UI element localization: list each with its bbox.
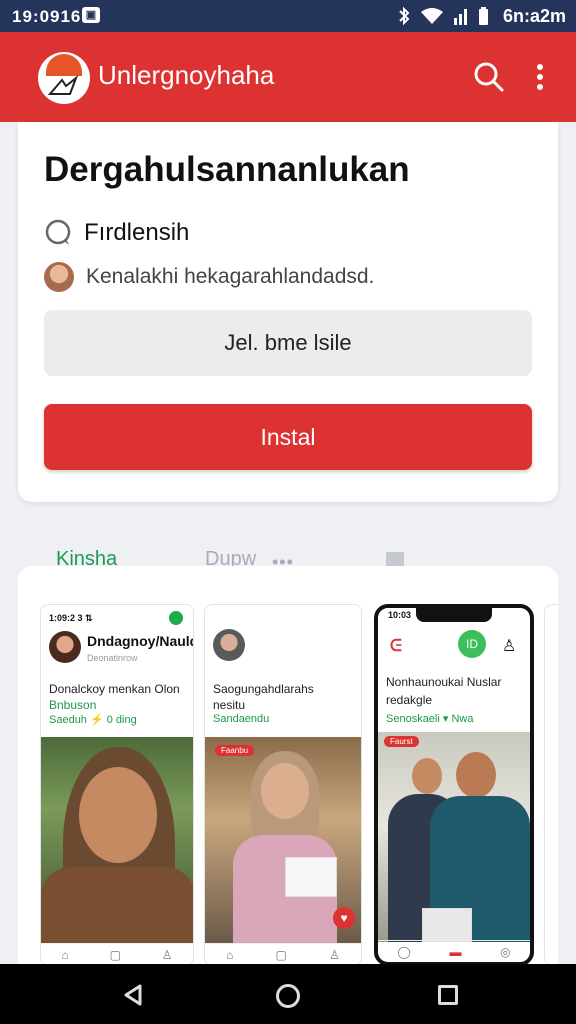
screenshot-3[interactable]: 10:03 ᕮ ID ♙ Nonhaunoukai Nuslar redakgl…: [374, 604, 534, 964]
post-text-2: redakgle: [386, 693, 433, 707]
app-logo-mini: ᕮ: [390, 638, 402, 655]
post-author: Dndagnoy/Nauld: [87, 633, 194, 649]
mini-nav: ⌂ ▢ ♙: [205, 943, 361, 964]
home-icon[interactable]: [276, 984, 300, 1008]
profile-icon[interactable]: ♙: [502, 636, 516, 656]
status-time: 19:0916: [12, 7, 82, 26]
notification-icon: ▣: [82, 7, 100, 23]
post-photo: Faanbu ♥: [205, 737, 361, 943]
developer-text: Kenalakhi hekagarahlandadsd.: [86, 265, 375, 288]
app-logo: [38, 52, 90, 104]
mini-nav: ◯ ▬ ◎: [378, 940, 530, 962]
status-icons: 6n:a2m: [397, 4, 566, 28]
screenshot-2[interactable]: Saogungahdlarahs nesitu Sandaendu Faanbu…: [204, 604, 362, 964]
mini-status-dot: [169, 611, 183, 625]
post-badge: Faurst: [384, 736, 419, 747]
post-meta: Saeduh ⚡ 0 ding: [49, 714, 137, 726]
app-title: Unlergnoyhaha: [98, 60, 275, 90]
post-photo: Faurst: [378, 732, 530, 942]
post-badge: Faanbu: [215, 745, 255, 756]
post-text: Nonhaunoukai Nuslar: [386, 675, 502, 689]
mini-status-time: 1:09:2 3 ⇅: [49, 613, 93, 623]
battery-icon: [478, 7, 488, 25]
install-button[interactable]: Instal: [44, 404, 532, 470]
app-info-card: Dergahulsannanlukan Fırdlensih Kenalakhi…: [18, 122, 558, 502]
green-action-button[interactable]: ID: [458, 630, 486, 658]
developer-avatar: [44, 262, 74, 292]
developer-row: Kenalakhi hekagarahlandadsd.: [44, 262, 374, 292]
info-field[interactable]: Jel. bme lsile: [44, 310, 532, 376]
post-author-sub: Deonatinrow: [87, 653, 138, 663]
screenshot-1[interactable]: 1:09:2 3 ⇅ Dndagnoy/Nauld Deonatinrow Do…: [40, 604, 194, 964]
signal-icon: [453, 9, 467, 25]
post-meta: Sandaendu: [213, 713, 270, 725]
system-nav-bar: [0, 964, 576, 1024]
rating-text: Fırdlensih: [84, 219, 190, 246]
post-avatar: [49, 631, 81, 663]
post-text: Saogungahdlarahs: [213, 682, 314, 696]
post-photo: [41, 737, 193, 943]
more-menu-icon[interactable]: [528, 62, 552, 92]
bluetooth-icon: [399, 6, 410, 26]
screenshot-4[interactable]: [544, 604, 558, 964]
heart-icon[interactable]: ♥: [333, 907, 355, 929]
status-clock: 6n:a2m: [502, 5, 566, 26]
rating-row: Fırdlensih: [44, 218, 189, 248]
post-avatar: [213, 629, 245, 661]
screenshots-carousel[interactable]: 1:09:2 3 ⇅ Dndagnoy/Nauld Deonatinrow Do…: [18, 566, 558, 964]
recent-apps-icon[interactable]: [438, 985, 458, 1005]
back-icon[interactable]: [122, 984, 144, 1006]
post-meta: Senoskaeli ▾ Nwa: [386, 713, 474, 725]
mini-nav: ⌂ ▢ ♙: [41, 943, 193, 964]
wifi-icon: [420, 8, 443, 24]
app-bar: Unlergnoyhaha: [0, 32, 576, 122]
app-heading: Dergahulsannanlukan: [44, 150, 410, 189]
post-text-2: nesitu: [213, 698, 246, 712]
chat-bubble-icon: [45, 219, 71, 245]
post-text: Donalckoy menkan Olon: [49, 682, 180, 696]
post-text-2: Bnbuson: [49, 698, 97, 712]
mini-status-time: 10:03: [388, 610, 412, 620]
search-icon[interactable]: [472, 60, 506, 94]
status-bar: 19:0916 ▣ 6n:a2m: [0, 0, 576, 32]
